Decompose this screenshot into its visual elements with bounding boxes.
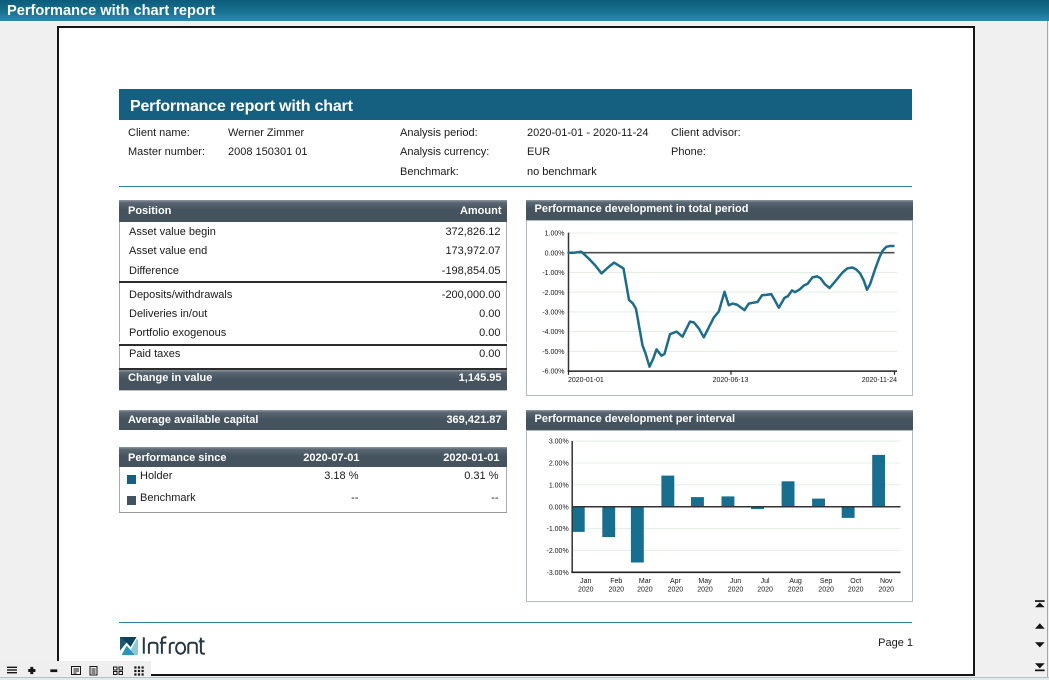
svg-text:2020: 2020 <box>728 586 744 593</box>
svg-text:-5.00%: -5.00% <box>542 349 564 356</box>
svg-text:-4.00%: -4.00% <box>542 329 564 336</box>
svg-text:Jan: Jan <box>580 578 591 585</box>
svg-text:2.00%: 2.00% <box>549 461 569 468</box>
svg-text:1.00%: 1.00% <box>545 231 565 238</box>
svg-text:2020: 2020 <box>788 586 804 593</box>
svg-text:Aug: Aug <box>789 578 802 585</box>
svg-text:Feb: Feb <box>610 578 622 585</box>
svg-text:Apr: Apr <box>670 578 682 585</box>
svg-text:-3.00%: -3.00% <box>542 310 564 317</box>
svg-text:2020: 2020 <box>878 586 894 593</box>
svg-text:-1.00%: -1.00% <box>542 270 564 277</box>
svg-text:2020: 2020 <box>848 586 864 593</box>
svg-text:Oct: Oct <box>850 578 861 585</box>
svg-text:2020: 2020 <box>818 586 834 593</box>
svg-text:Nov: Nov <box>880 578 893 585</box>
svg-text:2020-01-01: 2020-01-01 <box>568 377 604 384</box>
svg-text:2020-06-13: 2020-06-13 <box>713 377 749 384</box>
svg-text:2020: 2020 <box>697 586 713 593</box>
svg-text:1.00%: 1.00% <box>549 482 569 489</box>
svg-text:0.00%: 0.00% <box>549 504 569 511</box>
svg-text:Jul: Jul <box>761 578 770 585</box>
svg-text:Jun: Jun <box>730 578 741 585</box>
svg-text:2020-11-24: 2020-11-24 <box>862 377 897 384</box>
svg-text:2020: 2020 <box>609 586 625 593</box>
svg-text:2020: 2020 <box>578 586 594 593</box>
svg-text:-1.00%: -1.00% <box>547 526 569 533</box>
svg-text:-6.00%: -6.00% <box>542 369 564 376</box>
svg-text:Mar: Mar <box>639 578 652 585</box>
svg-text:3.00%: 3.00% <box>549 439 569 446</box>
svg-text:-2.00%: -2.00% <box>542 290 564 297</box>
svg-text:2020: 2020 <box>757 586 773 593</box>
svg-text:-3.00%: -3.00% <box>547 570 569 577</box>
svg-text:May: May <box>698 578 712 585</box>
svg-text:Sep: Sep <box>820 578 833 585</box>
svg-text:2020: 2020 <box>668 586 684 593</box>
svg-text:0.00%: 0.00% <box>545 250 565 257</box>
svg-text:2020: 2020 <box>637 586 653 593</box>
svg-text:-2.00%: -2.00% <box>547 548 569 555</box>
